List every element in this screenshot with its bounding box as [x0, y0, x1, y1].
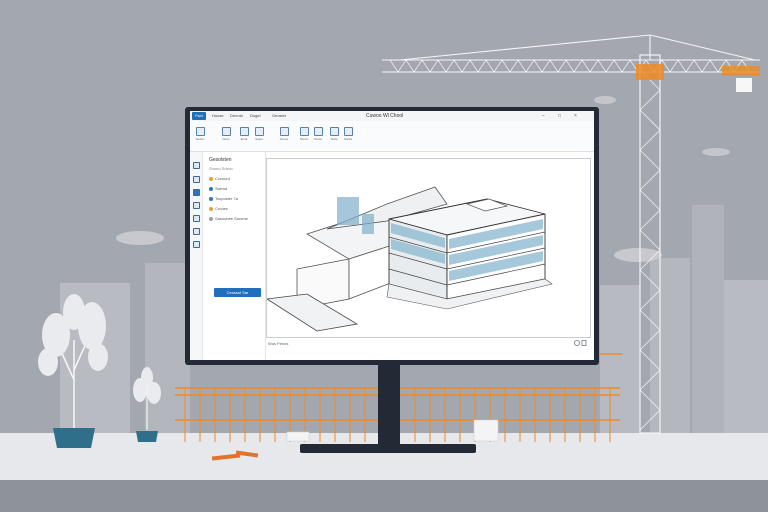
ribbon-button-label: Sears [255, 137, 263, 141]
ribbon-button-tools[interactable]: Teuse [312, 127, 324, 141]
stone-icon [279, 127, 289, 136]
status-bar: Wus Peoos [266, 337, 589, 351]
ribbon-button-label: Sonoe [279, 137, 289, 141]
ribbon-button-label: Nivom [299, 137, 309, 141]
close-button[interactable]: × [574, 112, 577, 120]
ribbon-button-label: Sedon [195, 137, 205, 141]
tab-denoto[interactable]: Denoto [230, 112, 243, 120]
panel-row-label: Crooes [215, 206, 228, 211]
ribbon-button-insert[interactable]: Ensit [238, 127, 250, 141]
panel-row-label: Sasoobee Socrme [215, 216, 248, 221]
home-icon[interactable] [193, 162, 200, 169]
help-icon[interactable] [193, 241, 200, 248]
status-text: Wus Peoos [268, 341, 289, 346]
app-window: Fwd House Denoto Dugei Geoster Cuwoo Wl … [190, 111, 594, 360]
ribbon-button-stack[interactable]: Sonks [342, 127, 354, 141]
maximize-button[interactable]: □ [558, 112, 561, 120]
panel-row-label: Tsoposter 7a [215, 196, 238, 201]
minimize-button[interactable]: − [542, 112, 545, 120]
panel-row[interactable]: Crooes [209, 206, 228, 211]
ribbon-toolbar: Sedon Doos Ensit Sears Sonoe Nivom Teuse… [190, 121, 594, 152]
layers-icon[interactable] [193, 176, 200, 183]
ribbon-button-label: Teuse [313, 137, 322, 141]
ribbon-button-test[interactable]: Teste [328, 127, 340, 141]
model-viewport[interactable] [266, 158, 591, 338]
tab-file[interactable]: Fwd [192, 112, 206, 120]
sheet-icon[interactable] [193, 215, 200, 222]
illustration: Fwd House Denoto Dugei Geoster Cuwoo Wl … [0, 0, 768, 512]
ribbon-button-label: Sonks [343, 137, 353, 141]
door-icon [221, 127, 231, 136]
ribbon-button-section[interactable]: Sedon [194, 127, 206, 141]
ribbon-button-label: Ensit [240, 137, 248, 141]
ribbon-button-view[interactable]: Nivom [298, 127, 310, 141]
panel-row-label: Cvcnurd [215, 176, 230, 181]
search-icon [254, 127, 264, 136]
shield-icon[interactable] [193, 202, 200, 209]
ribbon-button-doors[interactable]: Doos [220, 127, 232, 141]
properties-panel: Gesolsten Stumd Sdeuc Cvcnurd Swimd Tsop… [203, 152, 266, 360]
panel-subtitle: Stumd Sdeuc [209, 166, 234, 171]
ribbon-button-label: Doos [222, 137, 230, 141]
tools-icon [313, 127, 323, 136]
status-dot-icon [209, 186, 213, 191]
tool-strip [190, 152, 203, 360]
zoom-icon[interactable] [573, 339, 587, 347]
ribbon-button-stone[interactable]: Sonoe [278, 127, 290, 141]
grid-icon[interactable] [193, 228, 200, 235]
view-icon [299, 127, 309, 136]
building-model [267, 186, 553, 332]
test-icon [329, 127, 339, 136]
tab-dugei[interactable]: Dugei [250, 112, 260, 120]
panel-row[interactable]: Cvcnurd [209, 176, 230, 181]
insert-icon [239, 127, 249, 136]
panel-row[interactable]: Swimd [209, 186, 227, 191]
ribbon-button-label: Teste [330, 137, 338, 141]
cube-icon[interactable] [193, 189, 200, 196]
status-dot-icon [209, 206, 213, 211]
tab-geoster[interactable]: Geoster [272, 112, 286, 120]
status-dot-icon [209, 176, 213, 181]
section-icon [195, 127, 205, 136]
ribbon-button-search[interactable]: Sears [253, 127, 265, 141]
panel-row[interactable]: Tsoposter 7a [209, 196, 238, 201]
window-title: Cuwoo Wl Chool [366, 113, 404, 119]
panel-row-label: Swimd [215, 186, 228, 191]
stack-icon [343, 127, 353, 136]
tab-house[interactable]: House [212, 112, 224, 120]
panel-action-button[interactable]: Censsst Sar [214, 288, 261, 297]
panel-row[interactable]: Sasoobee Socrme [209, 216, 248, 221]
status-dot-icon [209, 196, 213, 201]
panel-title: Gesolsten [209, 157, 232, 163]
status-dot-icon [209, 216, 213, 221]
